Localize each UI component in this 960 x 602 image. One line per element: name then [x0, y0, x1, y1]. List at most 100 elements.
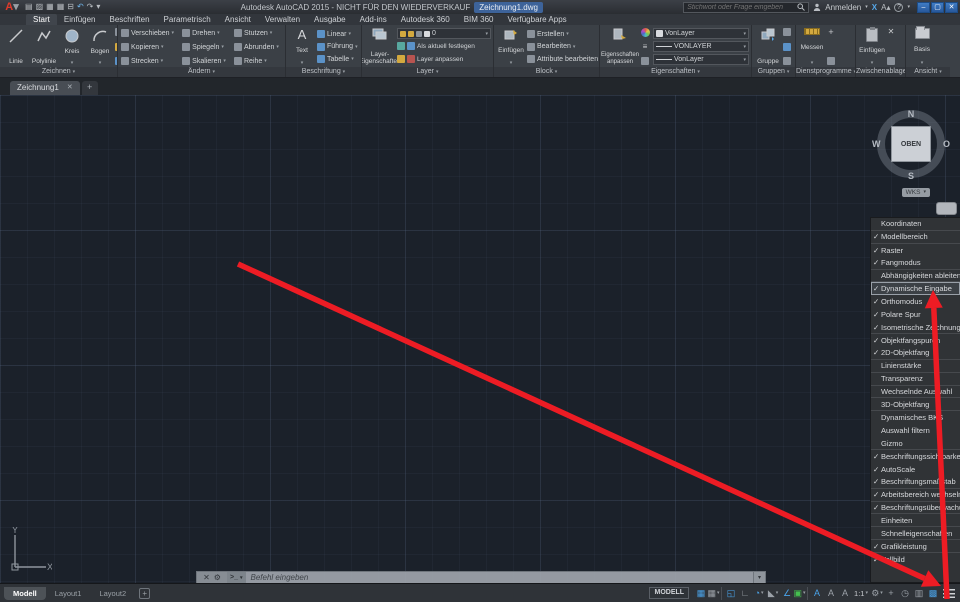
context-menu-item[interactable]: ✓ Transparenz	[871, 373, 960, 386]
undo-icon[interactable]: ↶	[77, 2, 84, 12]
infer-constraints-icon[interactable]: ◱ ▾	[724, 587, 738, 600]
workspace-switch-icon[interactable]: ⚙ ▾	[870, 587, 884, 600]
ribbon-tab[interactable]: Start	[26, 14, 57, 25]
viewcube[interactable]: N S W O OBEN	[870, 103, 952, 185]
grid-icon[interactable]: ▦ ▾	[694, 587, 708, 600]
context-menu-item[interactable]: ✓ Polare Spur	[871, 308, 960, 321]
context-menu-item[interactable]: ✓ Grafikleistung	[871, 540, 960, 553]
context-menu-item[interactable]: ✓ 2D-Objektfang	[871, 347, 960, 360]
panel-label-view[interactable]: Ansicht ▾	[906, 67, 950, 77]
command-line[interactable]: ✕ ⚙ >_▾ Befehl eingeben ▾	[196, 571, 766, 583]
command-close-icon[interactable]: ✕	[203, 573, 210, 582]
command-line-grip[interactable]: ✕ ⚙	[197, 572, 227, 583]
command-scroll-icon[interactable]: ▾	[753, 572, 765, 583]
help-search-input[interactable]	[687, 4, 795, 11]
context-menu-item[interactable]: ✓ Einheiten	[871, 514, 960, 527]
line-tool-button[interactable]: Linie	[3, 27, 29, 66]
maximize-button[interactable]: ▢	[931, 2, 944, 13]
command-input[interactable]: Befehl eingeben	[246, 572, 754, 583]
layout-tab[interactable]: Layout2	[90, 587, 135, 600]
modify-tool-button[interactable]: Skalieren ▾	[182, 55, 230, 67]
viewcube-north[interactable]: N	[908, 109, 915, 119]
layer-adjust-button[interactable]: Layer anpassen	[397, 53, 491, 65]
ribbon-tab[interactable]: Verwalten	[258, 14, 307, 25]
ribbon-tab[interactable]: Ausgabe	[307, 14, 353, 25]
file-tab-close-icon[interactable]: ✕	[67, 83, 73, 93]
panel-label-annotation[interactable]: Beschriftung ▾	[286, 67, 361, 77]
block-tool-button[interactable]: Bearbeiten ▾	[527, 41, 599, 53]
group-button[interactable]: Gruppe	[755, 27, 781, 66]
modify-tool-button[interactable]: Spiegeln ▾	[182, 41, 230, 53]
panel-label-modify[interactable]: Ändern ▾	[118, 67, 285, 77]
minimize-button[interactable]: –	[917, 2, 930, 13]
annotation-scale-icon[interactable]: A ▾	[838, 587, 852, 600]
panel-label-groups[interactable]: Gruppen ▾	[752, 67, 795, 77]
set-current-layer-button[interactable]: Als aktuell festlegen	[397, 40, 491, 52]
annotation-tool-button[interactable]: Führung ▾	[317, 41, 358, 53]
ribbon-tab[interactable]: BIM 360	[457, 14, 501, 25]
viewcube-south[interactable]: S	[908, 171, 914, 181]
modify-tool-button[interactable]: Drehen ▾	[182, 27, 230, 39]
copy-icon[interactable]	[887, 57, 895, 65]
qat-dropdown-icon[interactable]: ▾	[96, 2, 100, 12]
context-menu-item[interactable]: ✓ Vollbild	[871, 553, 960, 566]
layer-select-combo[interactable]: 0 ▾	[397, 28, 491, 39]
context-menu-item[interactable]: ✓ Auswahl filtern	[871, 424, 960, 437]
base-view-button[interactable]: Basis▾	[909, 27, 935, 66]
layout-tab[interactable]: Modell	[4, 587, 46, 600]
hatch-tool-icon[interactable]	[115, 57, 117, 65]
panel-label-properties[interactable]: Eigenschaften ▾	[600, 67, 751, 77]
save-icon[interactable]: ▦	[46, 2, 54, 12]
exchange-apps-icon[interactable]: X	[872, 3, 877, 12]
context-menu-item[interactable]: ✓ Isometrische Zeichnung	[871, 321, 960, 334]
object-color-combo[interactable]: VonLayer▾	[653, 28, 749, 39]
context-menu-item[interactable]: ✓ Objektfangspuren	[871, 334, 960, 347]
open-file-icon[interactable]: ▨	[36, 2, 44, 12]
sign-in-dropdown-icon[interactable]: ▾	[865, 4, 868, 10]
ribbon-tab[interactable]: Beschriften	[103, 14, 157, 25]
linetype-list-icon[interactable]	[641, 57, 649, 65]
arc-tool-button[interactable]: Bogen▾	[87, 27, 113, 66]
viewcube-west[interactable]: W	[872, 139, 881, 149]
annotation-visibility-icon[interactable]: A ▾	[810, 587, 824, 600]
group-manager-icon[interactable]	[783, 57, 791, 65]
sign-in-button[interactable]: Anmelden	[825, 3, 861, 12]
viewcube-top-face[interactable]: OBEN	[891, 126, 931, 162]
ungroup-icon[interactable]	[783, 28, 791, 36]
new-file-icon[interactable]: ▤	[25, 2, 33, 12]
help-icon[interactable]: ?	[894, 3, 903, 12]
group-edit-icon[interactable]	[783, 43, 791, 51]
insert-block-button[interactable]: Einfügen▾	[497, 27, 525, 66]
isolate-objects-icon[interactable]: ◷ ▾	[898, 587, 912, 600]
hardware-accel-icon[interactable]: ▩ ▾	[926, 587, 940, 600]
block-tool-button[interactable]: Erstellen ▾	[527, 28, 599, 40]
measure-button[interactable]: Messen▾	[799, 27, 825, 66]
modify-tool-button[interactable]: Abrunden ▾	[234, 41, 283, 53]
context-menu-item[interactable]: ✓ Koordinaten	[871, 218, 960, 231]
context-menu-item[interactable]: ✓ 3D-Objektfang	[871, 398, 960, 411]
modify-tool-button[interactable]: Reihe ▾	[234, 55, 283, 67]
command-wrench-icon[interactable]: ⚙	[214, 573, 221, 582]
customization-icon[interactable]	[942, 587, 956, 600]
model-space-button[interactable]: MODELL	[649, 587, 689, 599]
polyline-tool-button[interactable]: Polylinie	[31, 27, 57, 66]
annotation-tool-button[interactable]: Tabelle ▾	[317, 53, 358, 65]
context-menu-item[interactable]: ✓ Beschriftungsüberwachung	[871, 502, 960, 515]
context-menu-item[interactable]: ✓ Wechselnde Auswahl	[871, 386, 960, 399]
save-as-icon[interactable]: ▦	[57, 2, 65, 12]
redo-icon[interactable]: ↷	[87, 2, 94, 12]
context-menu-item[interactable]: ✓ Beschriftungssichtbarkeit	[871, 450, 960, 463]
context-menu-item[interactable]: ✓ Schnelleigenschaften	[871, 527, 960, 540]
object-snap-2d-icon[interactable]: ▣ ▾	[794, 587, 808, 600]
modify-tool-button[interactable]: Verschieben ▾	[121, 27, 178, 39]
help-dropdown-icon[interactable]: ▾	[907, 4, 910, 10]
snap-mode-icon[interactable]: ▦ ▾	[708, 587, 722, 600]
lineweight-list-icon[interactable]: ≡	[643, 43, 648, 51]
linetype-combo[interactable]: VonLayer▾	[653, 54, 749, 65]
viewcube-east[interactable]: O	[943, 139, 950, 149]
add-layout-button[interactable]: +	[139, 588, 150, 599]
navigation-bar-button[interactable]	[936, 202, 957, 215]
context-menu-item[interactable]: ✓ AutoScale	[871, 463, 960, 476]
context-menu-item[interactable]: ✓ Dynamische Eingabe	[871, 282, 960, 295]
context-menu-item[interactable]: ✓ Linienstärke	[871, 360, 960, 373]
